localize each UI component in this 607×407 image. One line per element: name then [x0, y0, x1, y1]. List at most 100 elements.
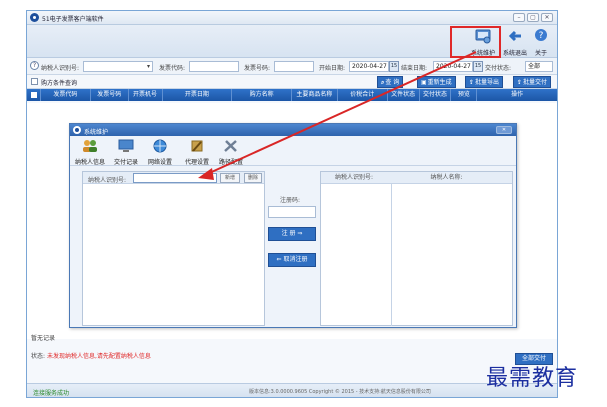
add-button[interactable]: 新增	[220, 173, 240, 183]
start-date-input[interactable]: 2020-04-27	[349, 61, 389, 72]
dialog-close-button[interactable]: ✕	[496, 126, 512, 134]
no-records-text: 暂无记录	[31, 335, 56, 342]
about-label: 关于	[534, 50, 547, 57]
proxy-settings-tab[interactable]: 代理设置	[182, 139, 212, 166]
action-bar: 购方条件查询 ⌕查 询 ▣重新生成 ⇪批量导出 ⇪批量交付	[27, 75, 557, 89]
dialog-title-bar: 系统维护 ✕	[70, 124, 516, 136]
connection-status: 连接服务成功	[33, 390, 70, 397]
query-button[interactable]: ⌕查 询	[377, 76, 404, 88]
about-button[interactable]: ? 关于	[530, 28, 552, 57]
window-title: 51电子发票客户端软件	[42, 16, 104, 23]
col-invoice-date[interactable]: 开票日期	[163, 89, 233, 101]
col-purchaser-name[interactable]: 购方名称	[232, 89, 293, 101]
col-taxpayer-id: 纳税人识别号:	[335, 174, 374, 181]
system-exit-button[interactable]: 系统退出	[503, 28, 528, 57]
batch-export-button[interactable]: ⇪批量导出	[465, 76, 504, 88]
column-divider	[391, 184, 392, 326]
delivery-record-label: 交付记录	[113, 159, 138, 166]
dialog-title: 系统维护	[84, 129, 109, 136]
svg-text:?: ?	[539, 31, 544, 41]
delete-button[interactable]: 删除	[244, 173, 262, 183]
minimize-button[interactable]: –	[513, 13, 525, 22]
invoice-code-input[interactable]	[189, 61, 239, 72]
window-controls: – ▢ ✕	[513, 13, 553, 22]
col-main-goods[interactable]: 主要商品名称	[292, 89, 338, 101]
col-invoice-number[interactable]: 发票号码	[91, 89, 129, 101]
deliver-icon: ⇪	[517, 79, 523, 86]
exit-arrow-icon	[508, 30, 521, 42]
taxpayer-id-select[interactable]	[83, 61, 153, 72]
close-button[interactable]: ✕	[541, 13, 553, 22]
col-machine-number[interactable]: 开票机号	[129, 89, 163, 101]
start-date-label: 开始日期:	[319, 65, 346, 72]
status-key: 状态:	[31, 353, 46, 360]
col-invoice-code[interactable]: 发票代码	[41, 89, 91, 101]
export-icon: ⇪	[469, 79, 475, 86]
dialog-logo-icon	[73, 126, 81, 134]
version-info: 版本信息:3.0.0000.9605 Copyright © 2015 - 技术…	[249, 389, 431, 395]
col-file-status[interactable]: 文件状态	[388, 89, 420, 101]
cancel-registration-button[interactable]: ⇐ 取消注册	[268, 253, 316, 267]
delivery-status-label: 交付状态:	[485, 65, 512, 72]
taxpayer-id-label: 纳税人识别号:	[41, 65, 80, 72]
proxy-settings-label: 代理设置	[184, 159, 209, 166]
purchaser-query-label: 购方条件查询	[41, 80, 78, 87]
invoice-table-header: 发票代码 发票号码 开票机号 开票日期 购方名称 主要商品名称 价税合计 文件状…	[27, 89, 557, 101]
taxpayer-list-panel: 纳税人识别号: 新增 删除	[82, 171, 265, 326]
select-all-checkbox[interactable]	[27, 89, 41, 101]
col-delivery-status[interactable]: 交付状态	[420, 89, 452, 101]
maximize-button[interactable]: ▢	[527, 13, 539, 22]
invoice-number-label: 发票号码:	[244, 65, 271, 72]
network-settings-label: 网络设置	[147, 159, 172, 166]
regenerate-label: 重新生成	[427, 79, 452, 86]
col-operation[interactable]: 操作	[477, 89, 557, 101]
delivery-record-tab[interactable]: 交付记录	[111, 139, 141, 166]
globe-icon	[153, 139, 167, 153]
taxpayer-id-label: 纳税人识别号:	[88, 177, 127, 184]
col-taxpayer-name: 纳税人名称:	[430, 174, 463, 181]
purchaser-query-checkbox[interactable]	[31, 78, 38, 85]
taxpayer-search-row: 纳税人识别号: 新增 删除	[83, 172, 264, 184]
status-bar: 连接服务成功 版本信息:3.0.0000.9605 Copyright © 20…	[27, 383, 557, 397]
system-maintenance-dialog: 系统维护 ✕ 纳税人信息 交付记录 网络设置 代理设置 路径配置 纳税人识别号:…	[69, 123, 517, 328]
question-icon: ?	[535, 29, 547, 41]
register-button[interactable]: 注 册 ⇒	[268, 227, 316, 241]
title-bar: 51电子发票客户端软件 – ▢ ✕	[27, 11, 557, 25]
help-icon[interactable]: ?	[30, 61, 39, 70]
end-date-input[interactable]: 2020-04-27	[433, 61, 473, 72]
calendar-icon[interactable]: 15	[389, 61, 399, 72]
col-preview[interactable]: 预览	[451, 89, 478, 101]
calendar-icon[interactable]: 15	[473, 61, 483, 72]
taxpayer-id-input[interactable]	[133, 173, 217, 183]
users-icon	[83, 140, 97, 152]
batch-deliver-label: 批量交付	[523, 79, 548, 86]
network-settings-tab[interactable]: 网络设置	[145, 139, 175, 166]
tools-icon	[191, 140, 203, 152]
end-date-label: 结束日期:	[401, 65, 428, 72]
registration-code-label: 注册码:	[280, 197, 301, 204]
path-config-tab[interactable]: 路径配置	[216, 139, 246, 166]
chevron-down-icon[interactable]: ▾	[147, 63, 150, 70]
annotation-highlight-box	[450, 26, 501, 58]
taxpayer-info-tab[interactable]: 纳税人信息	[73, 139, 107, 166]
regenerate-button[interactable]: ▣重新生成	[417, 76, 456, 88]
batch-deliver-button[interactable]: ⇪批量交付	[513, 76, 552, 88]
invoice-code-label: 发票代码:	[159, 65, 186, 72]
invoice-number-input[interactable]	[274, 61, 314, 72]
registered-taxpayer-panel: 纳税人识别号: 纳税人名称:	[320, 171, 513, 326]
search-icon: ⌕	[381, 79, 385, 86]
status-line: 状态: 未发现纳税人信息,请先配置纳税人信息	[31, 351, 151, 360]
col-total-amount[interactable]: 价税合计	[338, 89, 388, 101]
watermark-text: 最需教育	[486, 366, 579, 391]
path-config-label: 路径配置	[218, 159, 243, 166]
status-message: 未发现纳税人信息,请先配置纳税人信息	[46, 353, 151, 360]
registered-table-header: 纳税人识别号: 纳税人名称:	[321, 172, 512, 184]
filter-bar: ? 纳税人识别号: ▾ 发票代码: 发票号码: 开始日期: 2020-04-27…	[27, 58, 557, 75]
app-logo-icon	[30, 13, 39, 22]
monitor-icon	[118, 139, 134, 152]
registration-code-input[interactable]	[268, 206, 316, 218]
system-exit-label: 系统退出	[503, 50, 528, 57]
registration-panel: 注册码: 注 册 ⇒ ⇐ 取消注册	[268, 171, 316, 326]
delivery-status-select[interactable]: 全部	[525, 61, 553, 72]
dialog-toolbar: 纳税人信息 交付记录 网络设置 代理设置 路径配置	[70, 136, 516, 166]
